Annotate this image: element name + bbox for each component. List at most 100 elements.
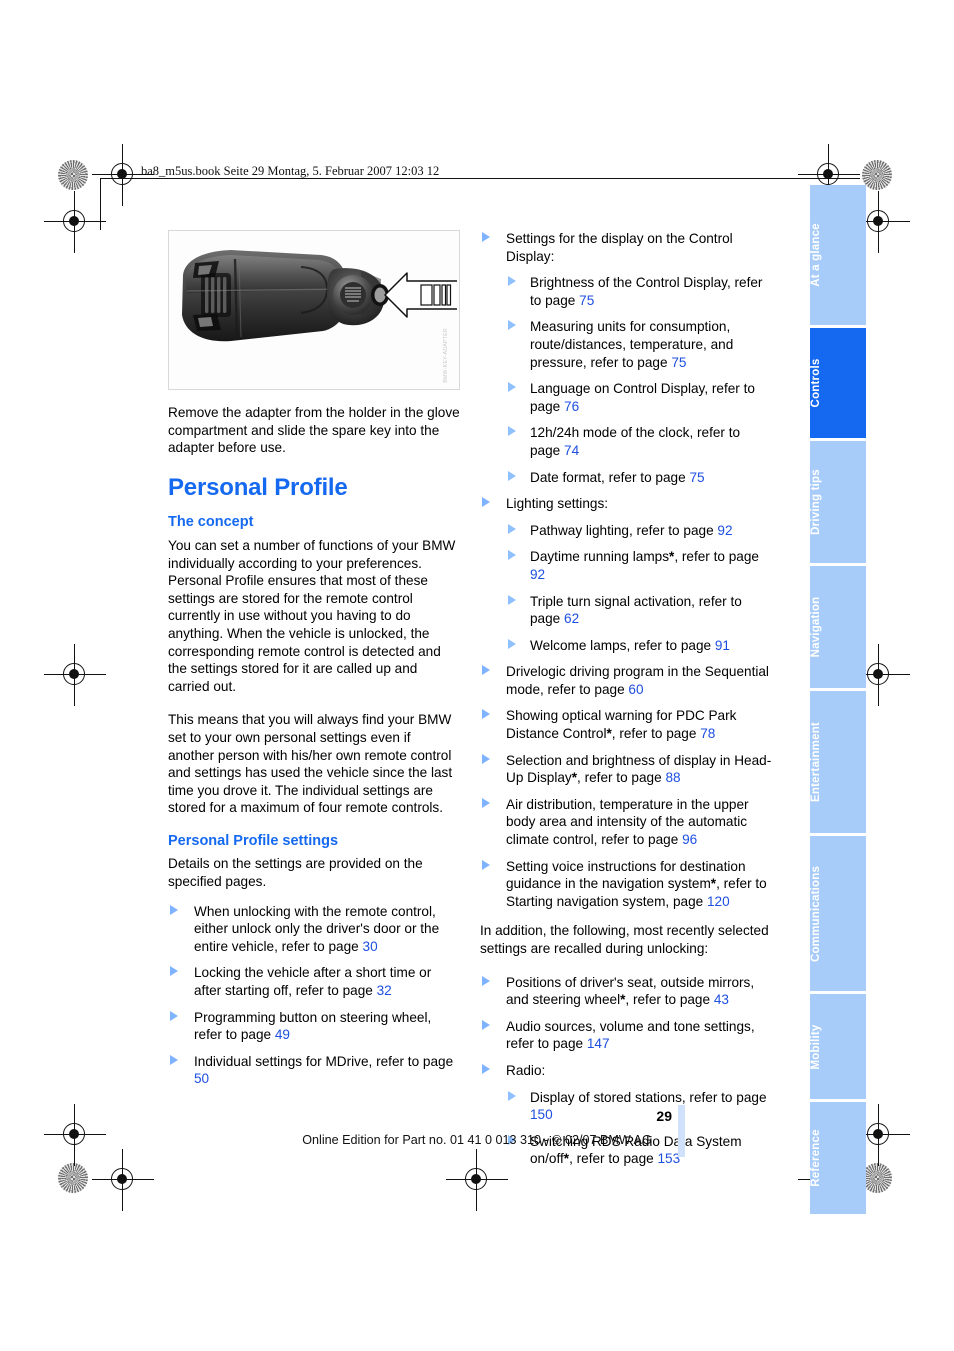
list-item-label: 12h/24h mode of the clock, refer to page [530, 425, 741, 458]
radio-settings-list: Radio: Display of stored stations, refer… [480, 1062, 772, 1168]
list-item: Air distribution, temperature in the upp… [480, 796, 772, 849]
list-item-label: Radio: [506, 1062, 546, 1078]
triangle-bullet-icon [170, 1010, 178, 1021]
list-item-label: Welcome lamps, refer to page [530, 637, 715, 653]
page-reference-link[interactable]: 150 [530, 1107, 553, 1122]
lighting-settings-sublist: Pathway lighting, refer to page 92 Daytim… [506, 522, 772, 655]
registration-mark-right-upper [848, 191, 910, 253]
triangle-bullet-icon [508, 470, 516, 481]
figure-caption: Remove the adapter from the holder in th… [168, 405, 460, 456]
section-tab-mobility[interactable]: Mobility [810, 994, 866, 1099]
list-item-label-continued: , refer to page [569, 1151, 658, 1167]
page-reference-link[interactable]: 76 [564, 399, 579, 414]
registration-mark-top-left [92, 144, 154, 206]
page-reference-link[interactable]: 62 [564, 611, 579, 626]
list-item-label: Daytime running lamps [530, 549, 670, 565]
page-reference-link[interactable]: 75 [689, 470, 704, 485]
page-reference-link[interactable]: 74 [564, 443, 579, 458]
triangle-bullet-icon [508, 382, 516, 393]
list-item: Drivelogic driving program in the Sequen… [480, 663, 772, 698]
section-tab-entertainment[interactable]: Entertainment [810, 691, 866, 833]
page-reference-link[interactable]: 49 [275, 1027, 290, 1042]
list-item: Language on Control Display, refer to pa… [506, 380, 772, 415]
triangle-bullet-icon [508, 426, 516, 437]
section-tab-communications[interactable]: Communications [810, 836, 866, 991]
section-tab-label: Mobility [810, 1023, 822, 1070]
triangle-bullet-icon [508, 1090, 516, 1101]
right-column: Settings for the display on the Control … [480, 230, 772, 1177]
list-item-label-continued: , refer to page [625, 992, 714, 1008]
section-heading-personal-profile-settings: Personal Profile settings [168, 832, 339, 849]
page-reference-link[interactable]: 92 [530, 567, 545, 582]
spare-key-blade [420, 284, 452, 306]
list-item: Lighting settings: Pathway lighting, ref… [480, 495, 772, 654]
halftone-calibration-dot-top-right [862, 160, 892, 190]
list-item: Positions of driver's seat, outside mirr… [480, 974, 772, 1009]
list-item: Settings for the display on the Control … [480, 230, 772, 486]
section-tab-label: Entertainment [810, 722, 822, 802]
section-tab-rail: At a glance Controls Driving tips Navigatio… [810, 185, 866, 1217]
list-item: Locking the vehicle after a short time o… [168, 964, 460, 999]
page-reference-link[interactable]: 147 [587, 1036, 610, 1051]
radio-sublist: Display of stored stations, refer to pag… [506, 1089, 772, 1168]
section-tab-reference[interactable]: Reference [810, 1102, 866, 1214]
page-number: 29 [656, 1108, 672, 1124]
list-item-label-continued: , refer to page [674, 549, 759, 565]
page-reference-link[interactable]: 92 [717, 523, 732, 538]
list-item-label: Date format, refer to page [530, 469, 690, 485]
triangle-bullet-icon [508, 594, 516, 605]
halftone-calibration-dot-top-left [58, 160, 88, 190]
page-reference-link[interactable]: 43 [714, 992, 729, 1007]
crop-line-top [100, 178, 101, 230]
registration-mark-left-middle [44, 644, 106, 706]
page-reference-link[interactable]: 75 [579, 293, 594, 308]
page-reference-link[interactable]: 32 [377, 983, 392, 998]
list-item: Date format, refer to page 75 [506, 469, 772, 487]
list-item-label: Pathway lighting, refer to page [530, 522, 718, 538]
page-reference-link[interactable]: 153 [657, 1151, 680, 1166]
page-reference-link[interactable]: 75 [671, 355, 686, 370]
list-item-label: Air distribution, temperature in the upp… [506, 796, 749, 848]
list-item-label: Triple turn signal activation, refer to … [530, 593, 742, 627]
page-reference-link[interactable]: 50 [194, 1071, 209, 1086]
print-slug: ba8_m5us.book Seite 29 Montag, 5. Februa… [141, 164, 440, 178]
list-item: Setting voice instructions for destinati… [480, 858, 772, 911]
triangle-bullet-icon [508, 320, 516, 331]
triangle-bullet-icon [482, 1019, 490, 1030]
page-reference-link[interactable]: 96 [682, 832, 697, 847]
triangle-bullet-icon [482, 497, 490, 508]
list-item: Display of stored stations, refer to pag… [506, 1089, 772, 1124]
page-reference-link[interactable]: 78 [700, 726, 715, 741]
page-number-accent-bar [678, 1105, 685, 1157]
list-item-label-continued: , refer to page [611, 726, 701, 742]
triangle-bullet-icon [508, 638, 516, 649]
display-settings-sublist: Brightness of the Control Display, refer… [506, 274, 772, 486]
section-tab-controls[interactable]: Controls [810, 328, 866, 438]
list-item: Pathway lighting, refer to page 92 [506, 522, 772, 540]
triangle-bullet-icon [508, 276, 516, 287]
control-display-settings-list: Settings for the display on the Control … [480, 230, 772, 654]
triangle-bullet-icon [508, 550, 516, 561]
list-item-label: Settings for the display on the Control … [506, 231, 733, 264]
list-item-label-continued: , refer to page [577, 770, 666, 786]
page-reference-link[interactable]: 88 [665, 770, 680, 785]
personal-profile-settings-list: When unlocking with the remote control, … [168, 903, 460, 1088]
list-item-label: Display of stored stations, refer to pag… [530, 1089, 767, 1105]
list-item-label: Measuring units for consumption, route/d… [530, 319, 734, 370]
recalled-settings-list: Positions of driver's seat, outside mirr… [480, 974, 772, 1053]
section-tab-driving-tips[interactable]: Driving tips [810, 441, 866, 563]
section-heading-the-concept: The concept [168, 514, 254, 531]
list-item: Audio sources, volume and tone settings,… [480, 1018, 772, 1053]
page-reference-link[interactable]: 120 [707, 894, 730, 909]
triangle-bullet-icon [170, 1054, 178, 1065]
section-tab-label: Controls [810, 358, 822, 408]
list-item-label: Individual settings for MDrive, refer to… [194, 1053, 454, 1069]
page-reference-link[interactable]: 30 [363, 939, 378, 954]
list-item-label: Programming button on steering wheel, re… [194, 1009, 432, 1043]
section-tab-navigation[interactable]: Navigation [810, 566, 866, 688]
page-reference-link[interactable]: 91 [715, 638, 730, 653]
list-item: Brightness of the Control Display, refer… [506, 274, 772, 309]
page-reference-link[interactable]: 60 [628, 682, 643, 697]
section-tab-label: Navigation [810, 596, 822, 658]
section-tab-at-a-glance[interactable]: At a glance [810, 185, 866, 325]
